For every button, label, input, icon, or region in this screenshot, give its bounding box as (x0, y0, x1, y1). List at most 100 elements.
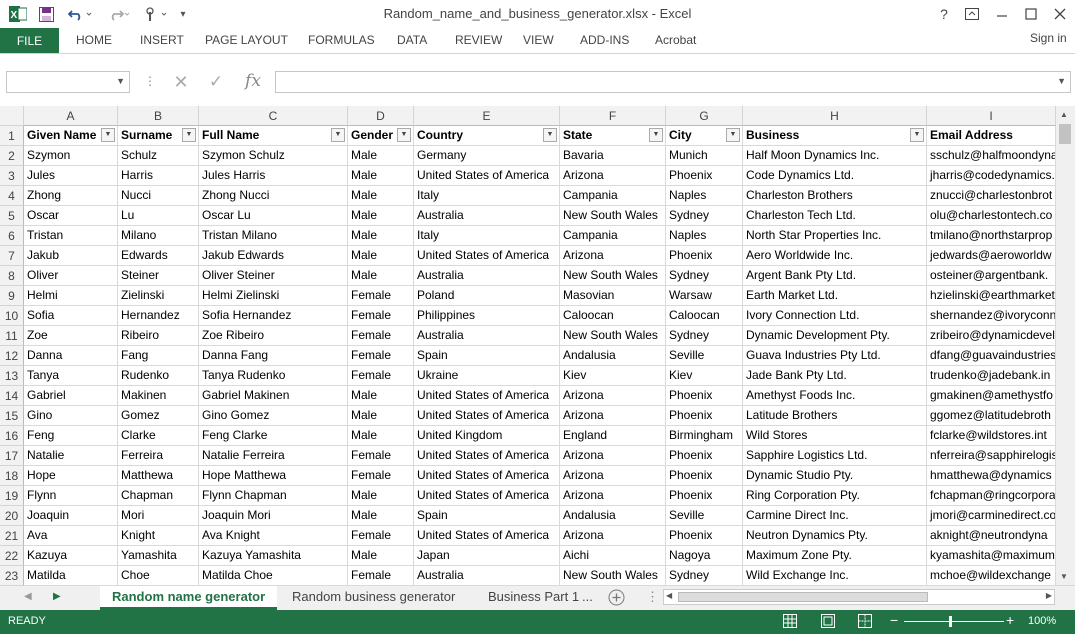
table-cell[interactable]: jharris@codedynamics. (927, 166, 1056, 186)
table-cell[interactable]: Dynamic Development Pty. (743, 326, 927, 346)
table-cell[interactable]: Male (348, 246, 414, 266)
table-cell[interactable]: dfang@guavaindustries (927, 346, 1056, 366)
table-cell[interactable]: Arizona (560, 166, 666, 186)
table-cell[interactable]: hzielinski@earthmarket (927, 286, 1056, 306)
tab-acrobat[interactable]: Acrobat (655, 33, 696, 47)
table-cell[interactable]: Ribeiro (118, 326, 199, 346)
table-cell[interactable]: Seville (666, 506, 743, 526)
filter-dropdown-icon[interactable]: ▼ (726, 128, 740, 142)
table-cell[interactable]: Arizona (560, 446, 666, 466)
table-cell[interactable]: Spain (414, 346, 560, 366)
table-cell[interactable]: Arizona (560, 466, 666, 486)
table-cell[interactable]: Female (348, 446, 414, 466)
table-cell[interactable]: Andalusia (560, 346, 666, 366)
table-cell[interactable]: Aichi (560, 546, 666, 566)
row-header[interactable]: 17 (0, 446, 24, 466)
name-box[interactable]: ▼ (6, 71, 130, 93)
cancel-entry-icon[interactable]: ✕ (170, 71, 192, 93)
table-cell[interactable]: shernandez@ivoryconn (927, 306, 1056, 326)
table-cell[interactable]: Oscar (24, 206, 118, 226)
table-cell[interactable]: hmatthewa@dynamics (927, 466, 1056, 486)
table-cell[interactable]: sschulz@halfmoondyna (927, 146, 1056, 166)
formula-bar-grip-icon[interactable]: ⋮ (144, 74, 156, 88)
table-cell[interactable]: Poland (414, 286, 560, 306)
table-cell[interactable]: Carmine Direct Inc. (743, 506, 927, 526)
tab-data[interactable]: DATA (397, 33, 427, 47)
select-all-corner[interactable] (0, 106, 24, 126)
table-cell[interactable]: Arizona (560, 246, 666, 266)
table-cell[interactable]: Feng (24, 426, 118, 446)
table-cell[interactable]: Jakub Edwards (199, 246, 348, 266)
table-cell[interactable]: Szymon (24, 146, 118, 166)
table-cell[interactable]: Matilda (24, 566, 118, 586)
column-header-g[interactable]: G (666, 106, 743, 126)
row-header[interactable]: 11 (0, 326, 24, 346)
table-cell[interactable]: fclarke@wildstores.int (927, 426, 1056, 446)
header-cell[interactable]: Gender ▼ (348, 126, 414, 146)
table-cell[interactable]: Natalie Ferreira (199, 446, 348, 466)
ribbon-display-options-icon[interactable] (961, 4, 983, 24)
table-cell[interactable]: Female (348, 346, 414, 366)
tab-add-ins[interactable]: ADD-INS (580, 33, 629, 47)
table-cell[interactable]: Kiev (560, 366, 666, 386)
table-cell[interactable]: Gino Gomez (199, 406, 348, 426)
table-cell[interactable]: United States of America (414, 406, 560, 426)
scroll-left-icon[interactable]: ◀ (666, 591, 672, 600)
row-header[interactable]: 9 (0, 286, 24, 306)
row-header[interactable]: 19 (0, 486, 24, 506)
row-header[interactable]: 8 (0, 266, 24, 286)
column-header-c[interactable]: C (199, 106, 348, 126)
table-cell[interactable]: Milano (118, 226, 199, 246)
row-header[interactable]: 16 (0, 426, 24, 446)
table-cell[interactable]: Female (348, 526, 414, 546)
table-cell[interactable]: Harris (118, 166, 199, 186)
table-cell[interactable]: Germany (414, 146, 560, 166)
table-cell[interactable]: Schulz (118, 146, 199, 166)
table-cell[interactable]: Caloocan (560, 306, 666, 326)
vertical-scroll-thumb[interactable] (1059, 124, 1071, 144)
row-header[interactable]: 10 (0, 306, 24, 326)
table-cell[interactable]: jmori@carminedirect.co (927, 506, 1056, 526)
table-cell[interactable]: United States of America (414, 386, 560, 406)
horizontal-scroll-thumb[interactable] (678, 592, 928, 602)
table-cell[interactable]: Zoe Ribeiro (199, 326, 348, 346)
table-cell[interactable]: Male (348, 506, 414, 526)
table-cell[interactable]: Kiev (666, 366, 743, 386)
table-cell[interactable]: Aero Worldwide Inc. (743, 246, 927, 266)
table-cell[interactable]: Mori (118, 506, 199, 526)
expand-formula-bar-icon[interactable]: ▼ (1057, 76, 1066, 86)
table-cell[interactable]: Phoenix (666, 406, 743, 426)
row-header[interactable]: 14 (0, 386, 24, 406)
table-cell[interactable]: Campania (560, 186, 666, 206)
table-cell[interactable]: Spain (414, 506, 560, 526)
help-button[interactable]: ? (933, 4, 955, 24)
table-cell[interactable]: Seville (666, 346, 743, 366)
table-cell[interactable]: United States of America (414, 246, 560, 266)
table-cell[interactable]: Ukraine (414, 366, 560, 386)
table-cell[interactable]: Campania (560, 226, 666, 246)
row-header[interactable]: 23 (0, 566, 24, 586)
zoom-in-icon[interactable]: + (1006, 612, 1014, 628)
table-cell[interactable]: Fang (118, 346, 199, 366)
table-cell[interactable]: North Star Properties Inc. (743, 226, 927, 246)
table-cell[interactable]: Flynn (24, 486, 118, 506)
table-cell[interactable]: Oliver (24, 266, 118, 286)
table-cell[interactable]: Gabriel Makinen (199, 386, 348, 406)
table-cell[interactable]: Makinen (118, 386, 199, 406)
table-cell[interactable]: Male (348, 186, 414, 206)
header-cell[interactable]: City ▼ (666, 126, 743, 146)
table-cell[interactable]: Male (348, 166, 414, 186)
table-cell[interactable]: Male (348, 206, 414, 226)
table-cell[interactable]: kyamashita@maximum (927, 546, 1056, 566)
table-cell[interactable]: Earth Market Ltd. (743, 286, 927, 306)
table-cell[interactable]: Neutron Dynamics Pty. (743, 526, 927, 546)
zoom-level[interactable]: 100% (1028, 615, 1056, 627)
table-cell[interactable]: Ivory Connection Ltd. (743, 306, 927, 326)
column-header-e[interactable]: E (414, 106, 560, 126)
table-cell[interactable]: tmilano@northstarprop (927, 226, 1056, 246)
table-cell[interactable]: United States of America (414, 526, 560, 546)
table-cell[interactable]: Feng Clarke (199, 426, 348, 446)
table-cell[interactable]: Australia (414, 326, 560, 346)
table-cell[interactable]: Sydney (666, 206, 743, 226)
table-cell[interactable]: Arizona (560, 406, 666, 426)
